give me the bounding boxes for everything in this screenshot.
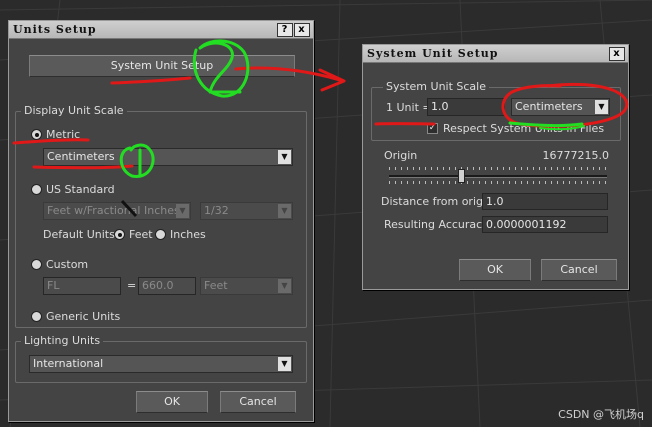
distance-field[interactable]: 1.0 (482, 193, 608, 210)
system-unit-setup-dialog: System Unit Setup x System Unit Scale 1 … (362, 44, 629, 290)
metric-label: Metric (46, 128, 81, 141)
generic-units-radio[interactable] (31, 311, 42, 322)
us-standard-label: US Standard (46, 183, 115, 196)
chevron-down-icon: ▼ (278, 279, 291, 293)
us-units-value: Feet w/Fractional Inches (47, 204, 180, 217)
chevron-down-icon: ▼ (595, 100, 608, 114)
respect-system-units-checkbox[interactable]: ✓ (427, 123, 438, 134)
respect-system-units-label: Respect System Units in Files (443, 122, 605, 135)
system-cancel-button[interactable]: Cancel (541, 259, 617, 281)
chevron-down-icon: ▼ (278, 357, 291, 371)
watermark: CSDN @飞机场q (558, 408, 644, 421)
units-setup-titlebar: Units Setup ? x (9, 21, 313, 39)
default-units-label: Default Units: (43, 228, 119, 241)
system-unit-scale-label: System Unit Scale (383, 80, 489, 93)
lighting-units-dropdown[interactable]: International ▼ (29, 355, 293, 373)
inches-radio[interactable] (155, 229, 166, 240)
display-unit-scale-label: Display Unit Scale (21, 104, 127, 117)
red-arrow-head (318, 68, 346, 92)
chevron-down-icon: ▼ (278, 204, 291, 218)
units-setup-dialog: Units Setup ? x System Unit Setup Displa… (8, 20, 314, 422)
metric-units-dropdown[interactable]: Centimeters ▼ (43, 148, 293, 166)
accuracy-field: 0.0000001192 (482, 216, 608, 233)
unit-value-field[interactable]: 1.0 (427, 98, 505, 116)
custom-value-field[interactable]: 660.0 (138, 277, 196, 295)
metric-radio[interactable] (31, 129, 42, 140)
us-fraction-dropdown[interactable]: 1/32 ▼ (200, 202, 293, 220)
unit-type-value: Centimeters (515, 100, 583, 113)
origin-value: 16777215.0 (542, 149, 609, 162)
system-unit-setup-titlebar: System Unit Setup x (363, 45, 628, 63)
unit-prefix-label: 1 Unit = (386, 101, 432, 114)
custom-label: Custom (46, 258, 89, 271)
custom-equals-label: = (127, 279, 137, 292)
help-button[interactable]: ? (277, 23, 293, 37)
close-button[interactable]: x (294, 23, 310, 37)
cancel-button[interactable]: Cancel (220, 391, 296, 413)
origin-label: Origin (384, 149, 418, 162)
origin-slider-thumb[interactable] (457, 169, 465, 183)
generic-units-label: Generic Units (46, 310, 121, 323)
units-setup-title: Units Setup (13, 23, 97, 36)
us-units-dropdown[interactable]: Feet w/Fractional Inches ▼ (43, 202, 191, 220)
custom-unit-dropdown[interactable]: Feet ▼ (200, 277, 293, 295)
feet-label: Feet (129, 228, 153, 241)
close-button[interactable]: x (609, 47, 625, 61)
chevron-down-icon: ▼ (278, 150, 291, 164)
origin-slider-ticks (389, 167, 607, 170)
feet-radio[interactable] (114, 229, 125, 240)
custom-radio[interactable] (31, 259, 42, 270)
distance-label: Distance from origin: (381, 195, 497, 208)
metric-units-value: Centimeters (47, 150, 115, 163)
us-fraction-value: 1/32 (204, 204, 229, 217)
origin-slider-track[interactable] (389, 175, 607, 178)
us-standard-radio[interactable] (31, 184, 42, 195)
inches-label: Inches (170, 228, 206, 241)
custom-unit-value: Feet (204, 279, 228, 292)
custom-name-field[interactable]: FL (43, 277, 121, 295)
system-unit-setup-button[interactable]: System Unit Setup (29, 55, 295, 77)
system-ok-button[interactable]: OK (459, 259, 531, 281)
accuracy-label: Resulting Accuracy: (384, 218, 492, 231)
chevron-down-icon: ▼ (176, 204, 189, 218)
lighting-units-value: International (33, 357, 104, 370)
origin-slider-ticks-bottom (389, 181, 607, 184)
system-unit-setup-title: System Unit Setup (367, 47, 499, 60)
unit-type-dropdown[interactable]: Centimeters ▼ (511, 98, 610, 116)
ok-button[interactable]: OK (136, 391, 208, 413)
lighting-units-label: Lighting Units (21, 334, 104, 347)
